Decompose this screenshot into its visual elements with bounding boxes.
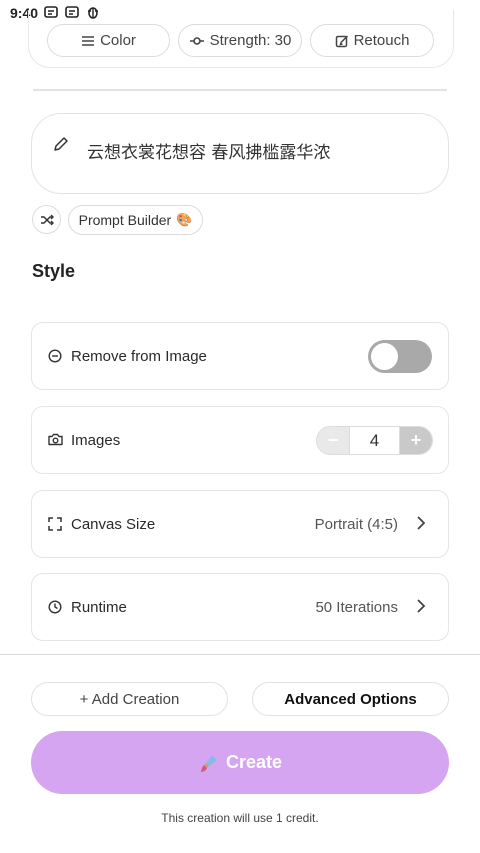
images-count: 4 <box>349 427 400 454</box>
color-chip[interactable]: Color <box>47 24 170 57</box>
retouch-chip[interactable]: Retouch <box>310 24 434 57</box>
remove-from-image-label: Remove from Image <box>71 348 207 365</box>
strength-chip[interactable]: Strength: 30 <box>178 24 302 57</box>
credit-note: This creation will use 1 credit. <box>161 811 319 825</box>
decrement-button[interactable]: − <box>317 427 349 454</box>
runtime-row[interactable]: Runtime 50 Iterations <box>31 573 449 641</box>
images-stepper: − 4 + <box>316 426 433 455</box>
style-section-title: Style <box>32 261 76 281</box>
canvas-size-row[interactable]: Canvas Size Portrait (4:5) <box>31 490 449 558</box>
chevron-right-icon <box>417 516 426 530</box>
divider <box>0 654 480 655</box>
color-chip-label: Color <box>100 32 136 49</box>
images-row: Images − 4 + <box>31 406 449 474</box>
shuffle-button[interactable] <box>32 205 61 234</box>
toggle-knob <box>371 343 398 370</box>
menu-lines-icon <box>82 35 95 46</box>
remove-from-image-row: Remove from Image <box>31 322 449 390</box>
increment-button[interactable]: + <box>400 427 432 454</box>
crop-corners-icon <box>48 517 62 531</box>
pencil-icon <box>54 137 68 151</box>
runtime-label: Runtime <box>71 599 127 616</box>
slider-node-icon <box>189 36 204 45</box>
remove-from-image-toggle[interactable] <box>368 340 432 373</box>
clock-icon <box>48 600 62 614</box>
images-label: Images <box>71 432 121 449</box>
prompt-builder-button[interactable]: Prompt Builder 🎨 <box>68 205 203 235</box>
canvas-size-label: Canvas Size <box>71 516 156 533</box>
paintbrush-icon <box>200 754 217 772</box>
edit-square-icon <box>335 34 348 47</box>
runtime-value: 50 Iterations <box>315 599 398 616</box>
minus-circle-icon <box>48 349 62 363</box>
divider <box>33 89 447 91</box>
create-button[interactable]: Create <box>31 731 449 794</box>
shuffle-icon <box>40 214 54 225</box>
palette-emoji-icon: 🎨 <box>176 212 193 227</box>
prompt-text: 云想衣裳花想容 春风拂槛露华浓 <box>87 143 331 163</box>
create-button-label: Create <box>225 752 283 772</box>
chevron-right-icon <box>417 599 426 613</box>
camera-icon <box>48 433 63 446</box>
prompt-builder-label: Prompt Builder <box>78 212 172 228</box>
advanced-options-button[interactable]: Advanced Options <box>252 682 449 716</box>
add-creation-button[interactable]: + Add Creation <box>31 682 228 716</box>
canvas-size-value: Portrait (4:5) <box>314 516 398 533</box>
strength-chip-label: Strength: 30 <box>209 32 292 49</box>
retouch-chip-label: Retouch <box>353 32 410 49</box>
